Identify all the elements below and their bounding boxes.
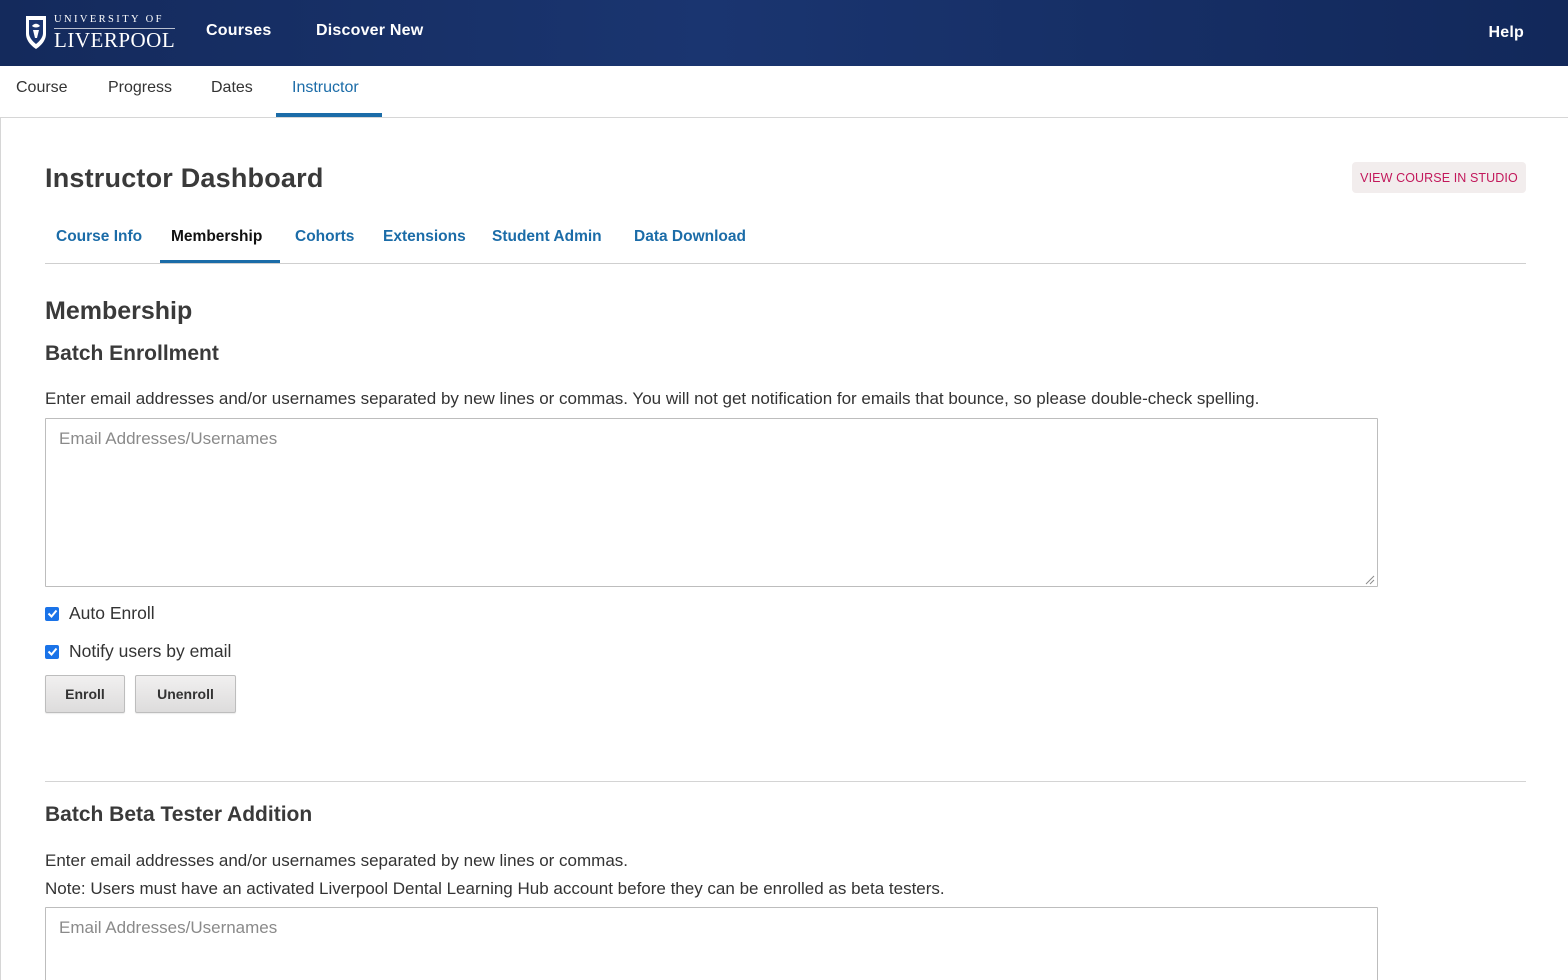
beta-tester-emails-input[interactable] [45,907,1378,980]
nav-courses[interactable]: Courses [206,22,271,40]
help-link[interactable]: Help [1489,24,1524,42]
tab-progress[interactable]: Progress [108,79,172,97]
enroll-button[interactable]: Enroll [45,675,125,713]
tab-instructor[interactable]: Instructor [292,79,359,97]
page-title: Instructor Dashboard [45,163,324,193]
checkmark-icon [47,647,57,656]
active-tab-indicator [160,260,280,263]
auto-enroll-label: Auto Enroll [69,603,155,623]
batch-enrollment-heading: Batch Enrollment [45,342,219,365]
tab-cohorts[interactable]: Cohorts [295,228,354,246]
unenroll-button[interactable]: Unenroll [135,675,236,713]
nav-discover-new[interactable]: Discover New [316,22,423,40]
batch-enrollment-description: Enter email addresses and/or usernames s… [45,389,1260,408]
tab-course[interactable]: Course [16,79,68,97]
logo-small-text: UNIVERSITY OF [54,14,164,26]
notify-users-checkbox[interactable] [45,644,59,659]
resize-handle-icon[interactable] [1365,575,1375,585]
view-in-studio-button[interactable]: VIEW COURSE IN STUDIO [1352,162,1526,193]
beta-tester-note: Note: Users must have an activated Liver… [45,879,945,898]
instructor-tabs: Course Info Membership Cohorts Extension… [45,222,1526,264]
checkmark-icon [47,609,57,618]
site-header: UNIVERSITY OF LIVERPOOL Courses Discover… [0,0,1568,66]
logo-big-text: LIVERPOOL [54,27,176,52]
tab-membership[interactable]: Membership [171,228,262,246]
beta-tester-description: Enter email addresses and/or usernames s… [45,851,629,870]
tab-student-admin[interactable]: Student Admin [492,228,602,246]
beta-tester-heading: Batch Beta Tester Addition [45,803,313,826]
tab-extensions[interactable]: Extensions [383,228,466,246]
auto-enroll-option: Auto Enroll [45,603,155,624]
crest-icon [26,16,46,49]
tab-dates[interactable]: Dates [211,79,253,97]
section-divider [45,781,1526,782]
active-tab-indicator [276,113,382,117]
tab-data-download[interactable]: Data Download [634,228,746,246]
tab-course-info[interactable]: Course Info [56,228,142,246]
auto-enroll-checkbox[interactable] [45,606,59,621]
section-title: Membership [45,297,193,325]
course-tabs: Course Progress Dates Instructor [0,66,1568,118]
enrollment-emails-input[interactable] [45,418,1378,587]
content-border [0,118,1,980]
notify-users-label: Notify users by email [69,641,232,661]
university-logo[interactable]: UNIVERSITY OF LIVERPOOL [24,12,176,54]
notify-users-option: Notify users by email [45,641,231,662]
